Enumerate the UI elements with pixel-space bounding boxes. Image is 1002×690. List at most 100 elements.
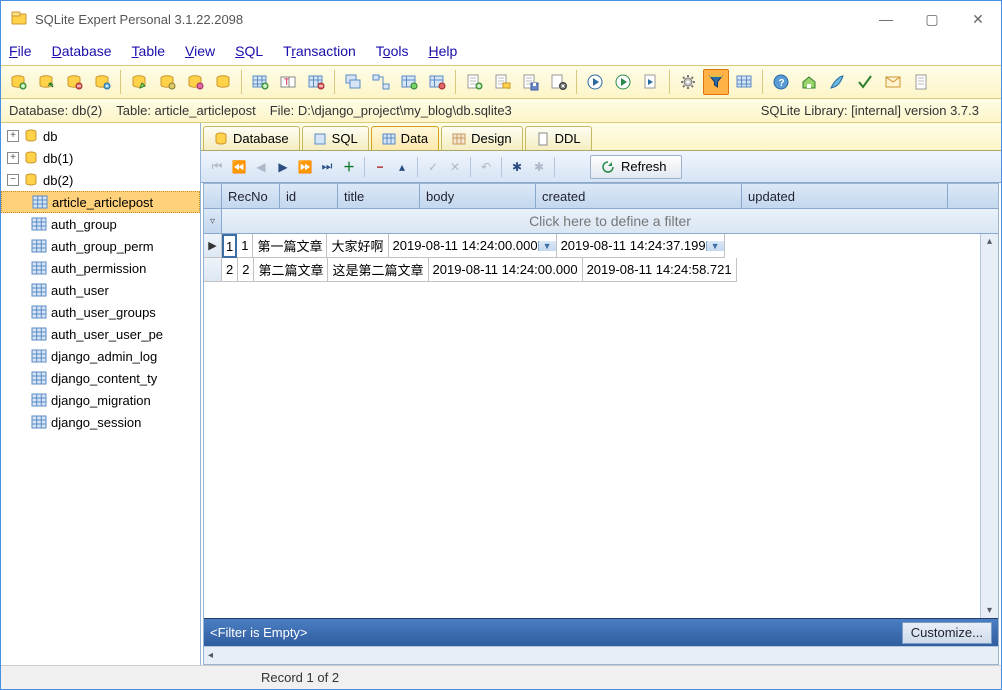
filter-funnel-icon[interactable]: [703, 69, 729, 95]
maximize-button[interactable]: ▢: [909, 1, 955, 37]
cell-recno[interactable]: 2: [222, 258, 238, 282]
db-add-icon[interactable]: [33, 69, 59, 95]
close-button[interactable]: ✕: [955, 1, 1001, 37]
cell-id[interactable]: 1: [237, 234, 253, 258]
menu-database[interactable]: Database: [52, 43, 112, 59]
col-header-id[interactable]: id: [280, 184, 338, 208]
col-header-created[interactable]: created: [536, 184, 742, 208]
col-header-updated[interactable]: updated: [742, 184, 948, 208]
home-icon[interactable]: [796, 69, 822, 95]
dropdown-icon[interactable]: ▼: [538, 241, 556, 251]
cell-updated[interactable]: 2019-08-11 14:24:37.199▼: [557, 234, 725, 258]
menu-table[interactable]: Table: [132, 43, 165, 59]
cell-title[interactable]: 第一篇文章: [253, 234, 327, 258]
script-open-icon[interactable]: [489, 69, 515, 95]
nav-post-icon[interactable]: ✓: [423, 156, 443, 178]
tree-table-django_admin_log[interactable]: django_admin_log: [1, 345, 200, 367]
doc-icon[interactable]: [908, 69, 934, 95]
db-8-icon[interactable]: [210, 69, 236, 95]
refresh-button[interactable]: Refresh: [590, 155, 682, 179]
db-6-icon[interactable]: [154, 69, 180, 95]
tree-table-article_articlepost[interactable]: article_articlepost: [1, 191, 200, 213]
table-row[interactable]: 2 2 第二篇文章 这是第二篇文章 2019-08-11 14:24:00.00…: [204, 258, 998, 282]
tree-table-auth_group[interactable]: auth_group: [1, 213, 200, 235]
feather-icon[interactable]: [824, 69, 850, 95]
db-settings-icon[interactable]: [89, 69, 115, 95]
vertical-scrollbar[interactable]: ▴▾: [980, 234, 998, 618]
execute-step-icon[interactable]: [610, 69, 636, 95]
nav-prev-page-icon[interactable]: ⏪: [229, 156, 249, 178]
table-delete-icon[interactable]: [303, 69, 329, 95]
tree-table-auth_group_perm[interactable]: auth_group_perm: [1, 235, 200, 257]
tree-table-auth_user_groups[interactable]: auth_user_groups: [1, 301, 200, 323]
horizontal-scrollbar[interactable]: ◂: [204, 646, 998, 664]
table-copy-icon[interactable]: [340, 69, 366, 95]
data-grid[interactable]: RecNo id title body created updated ▿ Cl…: [203, 183, 999, 665]
nav-last-icon[interactable]: ⏭: [317, 156, 337, 178]
tree-table-auth_permission[interactable]: auth_permission: [1, 257, 200, 279]
nav-cancel-icon[interactable]: ✕: [445, 156, 465, 178]
db-remove-icon[interactable]: [61, 69, 87, 95]
col-header-body[interactable]: body: [420, 184, 536, 208]
relation-icon[interactable]: [368, 69, 394, 95]
menu-help[interactable]: Help: [429, 43, 458, 59]
db-7-icon[interactable]: [182, 69, 208, 95]
filter-hint[interactable]: Click here to define a filter: [222, 209, 998, 234]
tree-table-django_session[interactable]: django_session: [1, 411, 200, 433]
nav-next-icon[interactable]: ▶: [273, 156, 293, 178]
check-icon[interactable]: [852, 69, 878, 95]
cell-id[interactable]: 2: [238, 258, 254, 282]
nav-insert-icon[interactable]: ＋: [339, 156, 359, 178]
db-new-icon[interactable]: [5, 69, 31, 95]
col-header-recno[interactable]: RecNo: [222, 184, 280, 208]
minimize-button[interactable]: —: [863, 1, 909, 37]
menu-transaction[interactable]: Transaction: [283, 43, 356, 59]
tree-table-auth_user[interactable]: auth_user: [1, 279, 200, 301]
tab-ddl[interactable]: DDL: [525, 126, 592, 150]
nav-undo-icon[interactable]: ↶: [476, 156, 496, 178]
menu-sql[interactable]: SQL: [235, 43, 263, 59]
cell-recno[interactable]: 1: [222, 234, 237, 258]
cell-created[interactable]: 2019-08-11 14:24:00.000▼: [389, 234, 557, 258]
customize-button[interactable]: Customize...: [902, 622, 992, 644]
script-save-icon[interactable]: [517, 69, 543, 95]
table-minus-icon[interactable]: [424, 69, 450, 95]
nav-goto-icon[interactable]: ✱: [529, 156, 549, 178]
nav-prev-icon[interactable]: ◀: [251, 156, 271, 178]
menu-file[interactable]: File: [9, 43, 32, 59]
cell-updated[interactable]: 2019-08-11 14:24:58.721: [583, 258, 737, 282]
table-new-icon[interactable]: [247, 69, 273, 95]
expand-icon[interactable]: +: [7, 130, 19, 142]
dropdown-icon[interactable]: ▼: [706, 241, 724, 251]
table-row[interactable]: ▶ 1 1 第一篇文章 大家好啊 2019-08-11 14:24:00.000…: [204, 234, 998, 258]
nav-edit-icon[interactable]: ▴: [392, 156, 412, 178]
db-5-icon[interactable]: [126, 69, 152, 95]
database-tree[interactable]: + db + db(1) − db(2) article_articlepost…: [1, 123, 201, 665]
tree-db-root-0[interactable]: + db: [1, 125, 200, 147]
cell-created[interactable]: 2019-08-11 14:24:00.000: [429, 258, 583, 282]
collapse-icon[interactable]: −: [7, 174, 19, 186]
grid-filter-row[interactable]: ▿ Click here to define a filter: [204, 209, 998, 234]
mail-icon[interactable]: [880, 69, 906, 95]
tab-sql[interactable]: SQL: [302, 126, 369, 150]
execute-icon[interactable]: [582, 69, 608, 95]
table-edit-icon[interactable]: [396, 69, 422, 95]
nav-first-icon[interactable]: ⏮: [207, 156, 227, 178]
tree-table-django_content_ty[interactable]: django_content_ty: [1, 367, 200, 389]
cell-body[interactable]: 这是第二篇文章: [328, 258, 428, 282]
nav-delete-icon[interactable]: −: [370, 156, 390, 178]
tree-db-root-2[interactable]: − db(2): [1, 169, 200, 191]
execute-file-icon[interactable]: [638, 69, 664, 95]
rename-icon[interactable]: T: [275, 69, 301, 95]
script-new-icon[interactable]: [461, 69, 487, 95]
script-close-icon[interactable]: [545, 69, 571, 95]
nav-next-page-icon[interactable]: ⏩: [295, 156, 315, 178]
expand-icon[interactable]: +: [7, 152, 19, 164]
menu-tools[interactable]: Tools: [376, 43, 409, 59]
tree-table-django_migration[interactable]: django_migration: [1, 389, 200, 411]
tree-db-root-1[interactable]: + db(1): [1, 147, 200, 169]
col-header-title[interactable]: title: [338, 184, 420, 208]
nav-bookmark-icon[interactable]: ✱: [507, 156, 527, 178]
tab-database[interactable]: Database: [203, 126, 300, 150]
cell-body[interactable]: 大家好啊: [327, 234, 388, 258]
